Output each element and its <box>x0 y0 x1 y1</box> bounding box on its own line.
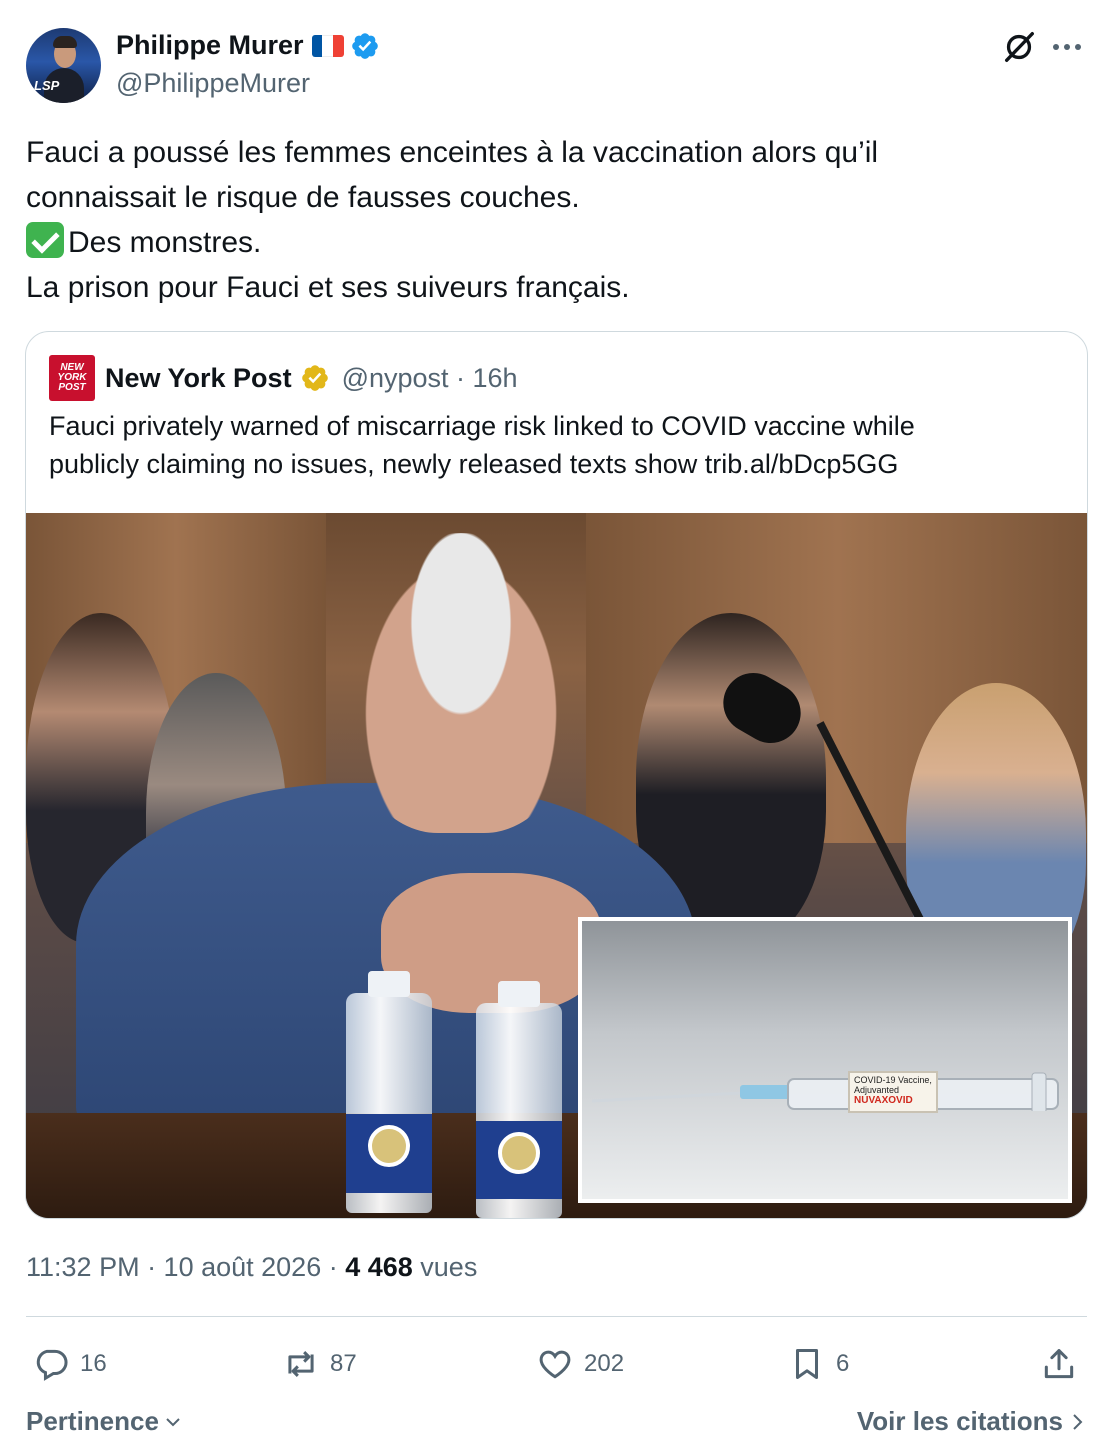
vaccine-label: COVID-19 Vaccine, Adjuvanted NUVAXOVID <box>848 1071 938 1113</box>
action-bar: 16 87 202 6 <box>0 1340 1115 1388</box>
share-button[interactable] <box>1040 1340 1078 1388</box>
sort-label: Pertinence <box>26 1406 159 1436</box>
avatar-hair <box>53 36 77 48</box>
heart-icon <box>539 1350 571 1379</box>
grok-icon[interactable] <box>1000 28 1038 66</box>
like-button[interactable]: 202 <box>536 1340 624 1388</box>
quoted-tweet-text: Fauci privately warned of miscarriage ri… <box>49 407 1059 483</box>
gold-verified-badge-icon <box>301 365 328 391</box>
tweet-line: Fauci a poussé les femmes enceintes à la… <box>26 136 879 169</box>
author-name-row: Philippe Murer <box>116 30 380 61</box>
reply-icon <box>36 1349 68 1381</box>
main-subject-hands <box>381 873 601 1013</box>
chevron-right-icon <box>1073 1413 1083 1430</box>
quoted-tweet-header: NEW YORK POST New York Post @nypost · 16… <box>49 355 518 401</box>
quoted-tweet-photo[interactable]: COVID-19 Vaccine, Adjuvanted NUVAXOVID <box>26 513 1087 1218</box>
water-bottle <box>476 981 562 1218</box>
vaccine-brand: NUVAXOVID <box>854 1095 913 1106</box>
author-handle[interactable]: @PhilippeMurer <box>116 68 310 99</box>
tweet-text: Fauci a poussé les femmes enceintes à la… <box>26 130 1086 310</box>
bookmark-count: 6 <box>836 1350 850 1377</box>
tweet-line: La prison pour Fauci et ses suiveurs fra… <box>26 271 630 304</box>
syringe-icon <box>592 1072 1059 1111</box>
bookmark-button[interactable]: 6 <box>788 1340 849 1388</box>
divider <box>26 1316 1087 1317</box>
views-label: vues <box>412 1252 478 1282</box>
views-count: 4 468 <box>345 1252 413 1282</box>
check-mark-emoji-icon <box>26 222 64 258</box>
tweet-line: Des monstres. <box>68 226 262 259</box>
timestamp[interactable]: 11:32 PM · 10 août 2026 · <box>26 1252 345 1282</box>
repost-count: 87 <box>330 1350 357 1377</box>
more-options-icon[interactable] <box>1053 40 1087 54</box>
tweet-line-with-emoji: Des monstres. <box>26 220 1086 265</box>
nypost-logo-word: POST <box>58 382 86 393</box>
water-bottle <box>346 971 432 1213</box>
quoted-display-name[interactable]: New York Post <box>105 363 292 394</box>
quoted-line: publicly claiming no issues, newly relea… <box>49 449 899 479</box>
chevron-down-icon <box>166 1417 180 1426</box>
vaccine-syringe-inset: COVID-19 Vaccine, Adjuvanted NUVAXOVID <box>578 917 1072 1203</box>
avatar-logo: LSP <box>34 78 60 93</box>
quoted-handle-time: @nypost · 16h <box>341 362 518 393</box>
france-flag-icon <box>311 34 344 57</box>
verified-badge-icon <box>351 32 378 59</box>
view-quotes-label: Voir les citations <box>856 1406 1063 1436</box>
nypost-logo-icon[interactable]: NEW YORK POST <box>49 355 95 401</box>
author-avatar[interactable]: LSP <box>26 28 101 103</box>
author-display-name[interactable]: Philippe Murer <box>116 30 304 61</box>
main-subject-head <box>346 533 576 833</box>
tweet-meta: 11:32 PM · 10 août 2026 · 4 468 vues <box>26 1252 477 1283</box>
reply-button[interactable]: 16 <box>32 1340 107 1388</box>
vaccine-label-line: COVID-19 Vaccine, <box>854 1075 932 1085</box>
quoted-line: Fauci privately warned of miscarriage ri… <box>49 411 915 441</box>
sort-dropdown[interactable]: Pertinence <box>26 1406 183 1437</box>
tweet-line: connaissait le risque de fausses couches… <box>26 181 580 214</box>
quoted-tweet-card[interactable]: NEW YORK POST New York Post @nypost · 16… <box>25 331 1088 1219</box>
reply-count: 16 <box>80 1350 107 1377</box>
repost-button[interactable]: 87 <box>282 1340 357 1388</box>
repost-icon <box>288 1351 314 1377</box>
vaccine-label-line: Adjuvanted <box>854 1085 900 1095</box>
share-icon <box>1044 1349 1074 1379</box>
view-quotes-link[interactable]: Voir les citations <box>857 1406 1087 1437</box>
bookmark-icon <box>795 1349 819 1379</box>
like-count: 202 <box>584 1350 625 1377</box>
